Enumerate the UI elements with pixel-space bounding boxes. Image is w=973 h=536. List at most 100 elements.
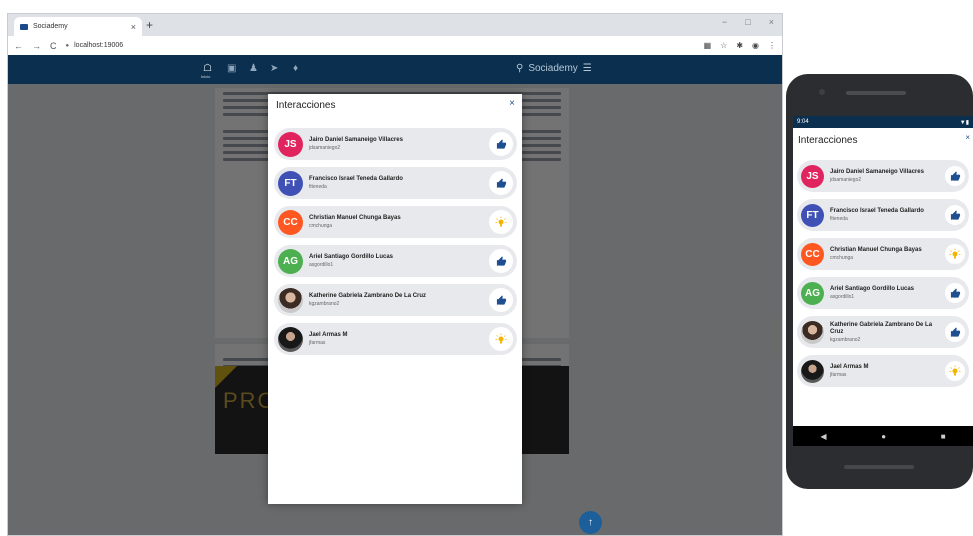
avatar[interactable] <box>801 320 824 344</box>
page-scrollbar[interactable] <box>775 314 780 359</box>
send-icon[interactable]: ➤ <box>270 63 278 74</box>
phone-close-icon[interactable]: × <box>965 133 970 142</box>
phone-interaction-item[interactable]: Jael Armas Mjfarmas <box>797 355 969 387</box>
user-name[interactable]: Jael Armas M <box>309 332 489 338</box>
user-handle: fiteneda <box>309 184 327 190</box>
user-info: Ariel Santiago Gordillo Lucas asgordillo1 <box>830 286 945 300</box>
hamburger-icon[interactable]: ☰ <box>583 63 592 74</box>
user-info: Christian Manuel Chunga Bayas cmchunga <box>830 247 945 261</box>
user-name[interactable]: Jairo Daniel Samaneigo Villacres <box>830 169 945 176</box>
like-icon <box>489 249 513 273</box>
sociademy-favicon-icon <box>20 23 28 30</box>
like-icon <box>489 288 513 312</box>
like-icon <box>489 132 513 156</box>
user-name[interactable]: Christian Manuel Chunga Bayas <box>830 247 945 254</box>
user-info: Francisco Israel Teneda Gallardo fiteneda <box>309 176 489 190</box>
user-info: Katherine Gabriela Zambrano De La Cruz kg… <box>830 322 945 343</box>
phone-interaction-item[interactable]: AG Ariel Santiago Gordillo Lucas asgordill… <box>797 277 969 309</box>
new-tab-button[interactable]: + <box>146 18 153 32</box>
user-name[interactable]: Francisco Israel Teneda Gallardo <box>309 176 489 182</box>
avatar[interactable]: AG <box>278 248 303 274</box>
phone-interaction-item[interactable]: CC Christian Manuel Chunga Bayas cmchunga <box>797 238 969 270</box>
user-info: Ariel Santiago Gordillo Lucas asgordillo1 <box>309 254 489 268</box>
avatar[interactable] <box>801 359 824 383</box>
user-name[interactable]: Katherine Gabriela Zambrano De La Cruz <box>309 293 489 299</box>
user-handle: cmchunga <box>830 255 854 261</box>
avatar[interactable]: JS <box>801 164 824 188</box>
url-text: localhost:19006 <box>74 42 124 49</box>
interaction-item[interactable]: JS Jairo Daniel Samaneigo Villacres jdsama… <box>274 128 517 160</box>
user-name[interactable]: Katherine Gabriela Zambrano De La Cruz <box>830 322 945 336</box>
tab-strip: Sociademy × + − □ × <box>8 14 782 36</box>
user-name[interactable]: Francisco Israel Teneda Gallardo <box>830 208 945 215</box>
user-info: Jairo Daniel Samaneigo Villacres jdsamani… <box>830 169 945 183</box>
profile-icon[interactable]: ◉ <box>752 41 759 50</box>
search-icon[interactable]: ⚲ <box>516 63 523 74</box>
interaction-item[interactable]: CC Christian Manuel Chunga Bayas cmchunga <box>274 206 517 238</box>
idea-icon <box>945 244 965 264</box>
like-icon <box>945 283 965 303</box>
lock-icon: ● <box>65 42 70 49</box>
interaction-item[interactable]: Katherine Gabriela Zambrano De La Cruz kg… <box>274 284 517 316</box>
translate-icon[interactable]: ▦ <box>704 41 712 50</box>
interaction-item[interactable]: FT Francisco Israel Teneda Gallardo fitene… <box>274 167 517 199</box>
avatar[interactable]: JS <box>278 131 303 157</box>
user-name[interactable]: Jael Armas M <box>830 364 945 371</box>
user-handle: jdsamaniego2 <box>830 177 862 183</box>
close-window-button[interactable]: × <box>769 17 774 27</box>
menu-icon[interactable]: ⋮ <box>768 41 776 50</box>
user-name[interactable]: Ariel Santiago Gordillo Lucas <box>309 254 489 260</box>
close-icon[interactable]: × <box>509 98 515 109</box>
scroll-top-button[interactable]: ↑ <box>579 511 602 534</box>
idea-icon <box>489 210 513 234</box>
nav-home-icon[interactable]: ● <box>881 432 886 441</box>
phone-status-bar: 9:04 ▼▮ <box>793 116 973 128</box>
avatar[interactable]: FT <box>801 203 824 227</box>
avatar[interactable]: CC <box>801 242 824 266</box>
avatar[interactable] <box>278 287 303 313</box>
phone-interaction-item[interactable]: FT Francisco Israel Teneda Gallardo fitene… <box>797 199 969 231</box>
address-bar: ← → C ● localhost:19006 ▦ ☆ ✱ ◉ ⋮ <box>8 36 782 55</box>
phone-interaction-item[interactable]: JS Jairo Daniel Samaneigo Villacres jdsama… <box>797 160 969 192</box>
minimize-button[interactable]: − <box>722 17 727 27</box>
reload-icon[interactable]: C <box>50 41 57 51</box>
user-handle: cmchunga <box>309 223 333 229</box>
interaction-item[interactable]: Jael Armas M jfarmas <box>274 323 517 355</box>
user-info: Christian Manuel Chunga Bayas cmchunga <box>309 215 489 229</box>
tab-close-icon[interactable]: × <box>131 22 136 32</box>
interaction-item[interactable]: AG Ariel Santiago Gordillo Lucas asgordill… <box>274 245 517 277</box>
avatar[interactable]: CC <box>278 209 303 235</box>
phone-screen: 9:04 ▼▮ Interacciones × JS Jairo Daniel S… <box>793 116 973 446</box>
nav-recents-icon[interactable]: ■ <box>941 432 946 441</box>
browser-tab[interactable]: Sociademy × <box>14 17 142 36</box>
nav-back-icon[interactable]: ◀ <box>820 432 826 441</box>
avatar[interactable]: AG <box>801 281 824 305</box>
extensions-icon[interactable]: ✱ <box>736 41 743 50</box>
url-field[interactable]: ● localhost:19006 <box>66 42 695 49</box>
avatar[interactable] <box>278 326 303 352</box>
user-handle: kgzambrano2 <box>309 301 340 307</box>
avatar[interactable]: FT <box>278 170 303 196</box>
browser-toolbar: ▦ ☆ ✱ ◉ ⋮ <box>704 41 776 50</box>
maximize-button[interactable]: □ <box>745 17 750 27</box>
user-handle: jfarmas <box>309 340 326 346</box>
user-info: Katherine Gabriela Zambrano De La Cruz kg… <box>309 293 489 307</box>
user-info: Francisco Israel Teneda Gallardo fiteneda <box>830 208 945 222</box>
brand-name: Sociademy <box>528 63 578 74</box>
forward-icon[interactable]: → <box>32 41 41 51</box>
user-name[interactable]: Jairo Daniel Samaneigo Villacres <box>309 137 489 143</box>
android-nav-bar: ◀ ● ■ <box>793 426 973 446</box>
phone-mockup: 9:04 ▼▮ Interacciones × JS Jairo Daniel S… <box>786 74 973 489</box>
user-handle: fiteneda <box>830 216 848 222</box>
user-handle: jdsamaniego2 <box>309 145 341 151</box>
courses-icon[interactable]: ▣ <box>227 63 236 74</box>
user-name[interactable]: Ariel Santiago Gordillo Lucas <box>830 286 945 293</box>
user-info: Jael Armas Mjfarmas <box>830 364 945 378</box>
notifications-icon[interactable]: ♦ <box>293 63 298 74</box>
user-name[interactable]: Christian Manuel Chunga Bayas <box>309 215 489 221</box>
user-icon[interactable]: ♟ <box>249 63 258 74</box>
home-icon[interactable]: ☖ <box>203 63 212 74</box>
back-icon[interactable]: ← <box>14 41 23 51</box>
star-icon[interactable]: ☆ <box>720 41 727 50</box>
phone-interaction-item[interactable]: Katherine Gabriela Zambrano De La Cruz kg… <box>797 316 969 348</box>
